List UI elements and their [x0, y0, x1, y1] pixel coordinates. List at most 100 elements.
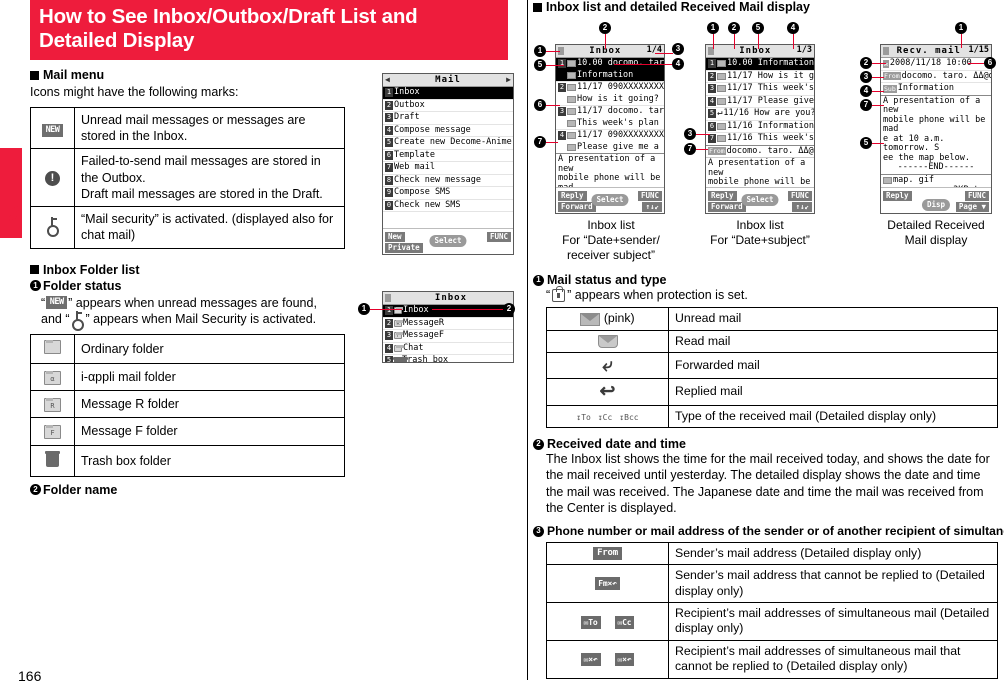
callout-leader [968, 62, 984, 64]
received-mail-type-icon: ↧To ↧Cc ↧Bcc [576, 413, 638, 422]
item-number: 4 [385, 343, 393, 353]
square-bullet-icon [533, 2, 542, 12]
mail-row[interactable]: 5 ↵ 11/16 How are you? [706, 108, 814, 121]
callout-number-1: 1 [533, 274, 544, 286]
page-number: 166 [18, 668, 42, 684]
softkey-reply[interactable]: Reply [883, 191, 912, 201]
folder-list-phone-screen: Inbox 1 Inbox 2 R MessageR 3 F MessageF … [382, 291, 514, 363]
softkey-private[interactable]: Private [385, 243, 423, 253]
item-label: Draft [394, 112, 420, 123]
callout-leader [872, 90, 884, 92]
subject-icon [567, 95, 576, 103]
note-text: ” appears when unread messages are found… [68, 295, 317, 310]
mail-row[interactable]: 4 11/17 Please give [706, 96, 814, 109]
softkey-scroll[interactable]: ↑↓↙ [642, 202, 662, 212]
callout-leader [712, 34, 714, 49]
page-count: 1/4 [646, 45, 662, 56]
table-row: Fm×↶ Sender’s mail address that cannot b… [546, 564, 998, 604]
table-row: ✉To ✉Cc Recipient’s mail addresses of si… [546, 602, 998, 641]
menu-item-outbox[interactable]: 2 Outbox [383, 100, 513, 113]
menu-item-compose-sms[interactable]: 9 Compose SMS [383, 187, 513, 200]
ordinary-folder-icon [394, 344, 403, 352]
mail-row[interactable]: 4 11/17 090XXXXXXXX [556, 130, 664, 142]
folder-row-trash-box[interactable]: 5 Trash box [383, 355, 513, 362]
body-line: mobile phone will be mad [883, 114, 986, 135]
menu-item-draft[interactable]: 3 Draft [383, 112, 513, 125]
softkey-scroll[interactable]: ↑↓↙ [792, 202, 812, 212]
to-tag-icon: ✉To [580, 615, 601, 629]
mail-row[interactable]: 2 11/17 090XXXXXXXX [556, 82, 664, 94]
right-arrow-icon[interactable]: ▶ [506, 75, 511, 85]
table-cell-desc: Failed-to-send mail messages are stored … [74, 148, 345, 208]
softkey-func[interactable]: FUNC [486, 232, 511, 242]
to-cc-no-reply-tag-icon: ✉×↶ ✉×↶ [580, 653, 635, 667]
folder-row-messager[interactable]: 2 R MessageR [383, 318, 513, 331]
read-mail-icon [717, 72, 726, 80]
callout-number-3: 3 [533, 525, 544, 537]
softkey-forward[interactable]: Forward [708, 202, 746, 212]
menu-item-inbox[interactable]: 1 Inbox [383, 87, 513, 100]
exclamation-cell: ! [30, 148, 75, 208]
softkey-forward[interactable]: Forward [558, 202, 596, 212]
menu-item-web-mail[interactable]: 7 Web mail [383, 162, 513, 175]
softkey-func[interactable]: FUNC [787, 191, 812, 201]
softkey-disp[interactable]: Disp [921, 199, 951, 211]
mail-row[interactable]: 3 11/17 docomo. taro. ΔΔ [556, 106, 664, 118]
item-label: How is it going? [577, 93, 659, 104]
softkey-func[interactable]: FUNC [637, 191, 662, 201]
softkey-func[interactable]: FUNC [964, 191, 989, 201]
callout-marker-6: 6 [534, 99, 546, 111]
softkey-page[interactable]: Page ▼ [955, 202, 989, 212]
section-heading-label: Mail menu [43, 68, 105, 83]
callout-leader [872, 62, 886, 64]
key-cell [30, 206, 75, 249]
menu-item-create-decome-anime[interactable]: 5 Create new Decome-Anime [383, 137, 513, 150]
page-title: How to See Inbox/Outbox/Draft List and D… [30, 0, 508, 61]
menu-item-template[interactable]: 6 Template [383, 150, 513, 163]
item-number: 3 [558, 107, 566, 117]
screen-caption-3: Detailed Received Mail display [872, 218, 1000, 248]
callout-leader [757, 34, 759, 49]
menu-item-compose-message[interactable]: 4 Compose message [383, 125, 513, 138]
table-cell-desc: Forwarded mail [668, 352, 998, 380]
menu-item-check-new-sms[interactable]: 0 Check new SMS [383, 200, 513, 213]
screen-caption-1: Inbox list For “Date+sender/ receiver su… [545, 218, 677, 263]
mail-row-subject[interactable]: Please give me a cal [556, 142, 664, 155]
table-row: (pink) Unread mail [546, 307, 998, 331]
callout-leader [614, 63, 674, 65]
mail-row[interactable]: 3 11/17 This week's [706, 83, 814, 96]
read-mail-icon [597, 334, 618, 348]
softkey-select[interactable]: Select [591, 194, 629, 206]
folder-row-messagef[interactable]: 3 F MessageF [383, 330, 513, 343]
folder-row-chat[interactable]: 4 Chat [383, 343, 513, 356]
table-cell-desc: Sender’s mail address (Detailed display … [668, 541, 998, 566]
read-mail-icon [717, 97, 726, 105]
mail-row-subject[interactable]: How is it going? [556, 94, 664, 107]
softkey-select[interactable]: Select [741, 194, 779, 206]
item-label: 11/17 Please give [727, 95, 814, 106]
mail-row[interactable]: 1 10.00 Information [706, 58, 814, 71]
callout-marker-2: 2 [503, 303, 515, 315]
unread-mail-icon [717, 60, 726, 68]
item-number: 3 [708, 84, 716, 94]
mail-row-subject[interactable]: This week's plan [556, 118, 664, 131]
softkey-new[interactable]: New [385, 232, 405, 242]
softkey-select[interactable]: Select [429, 235, 467, 247]
phone-titlebar: ◀ Mail ▶ [383, 74, 513, 87]
page-count: 1/15 [968, 45, 989, 56]
softkey-reply[interactable]: Reply [708, 191, 737, 201]
mail-row[interactable]: 7 11/16 This week's pl [706, 133, 814, 146]
callout-number-2: 2 [533, 438, 544, 450]
square-bullet-icon [30, 70, 39, 80]
phone-title: Inbox [739, 45, 772, 56]
mail-row-subject[interactable]: Information [556, 69, 664, 83]
mail-row[interactable]: 6 11/16 Information [706, 121, 814, 134]
item-number: 4 [708, 96, 716, 106]
menu-item-check-new-message[interactable]: 8 Check new message [383, 175, 513, 188]
mail-row[interactable]: 2 11/17 How is it go [706, 71, 814, 84]
item-label: MessageR [403, 317, 444, 328]
folder-row-inbox[interactable]: 1 Inbox [383, 305, 513, 318]
iappli-mail-folder-icon: α [44, 370, 61, 385]
callout-marker-2: 2 [599, 22, 611, 34]
softkey-reply[interactable]: Reply [558, 191, 587, 201]
